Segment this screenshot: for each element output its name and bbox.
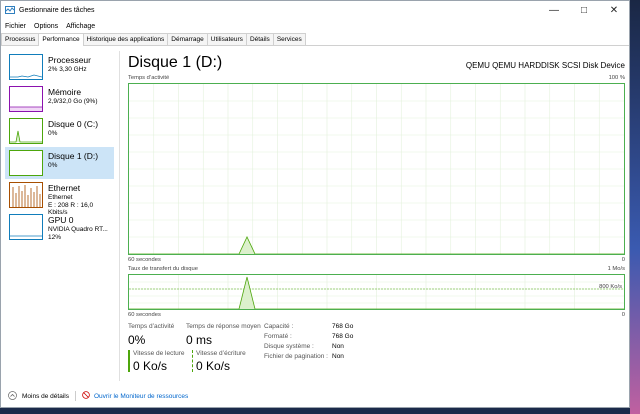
- disk-model: QEMU QEMU HARDDISK SCSI Disk Device: [465, 61, 625, 70]
- disk1-thumbnail: [9, 150, 43, 176]
- formatted-label: Formaté :: [264, 333, 292, 340]
- activity-graph: [128, 83, 625, 255]
- resource-monitor-icon[interactable]: [82, 391, 90, 401]
- read-speed-label: Vitesse de lecture: [133, 350, 185, 357]
- transfer-graph-label: Taux de transfert du disque: [128, 266, 198, 272]
- ethernet-thumbnail: [9, 182, 43, 208]
- activity-graph-max: 100 %: [608, 75, 625, 81]
- system-disk-value: Non: [332, 343, 344, 350]
- sidebar-item-disque-1[interactable]: Disque 1 (D:) 0%: [5, 147, 114, 179]
- active-time-value: 0%: [128, 333, 146, 347]
- tab-details[interactable]: Détails: [245, 33, 274, 45]
- menu-affichage[interactable]: Affichage: [62, 23, 99, 30]
- transfer-graph-max: 1 Mo/s: [607, 266, 625, 272]
- menu-bar: Fichier Options Affichage: [1, 20, 99, 32]
- sidebar-item-gpu[interactable]: GPU 0 NVIDIA Quadro RT... 12%: [5, 211, 114, 243]
- desktop-background: [630, 0, 640, 414]
- resource-sidebar: Processeur 2% 3,30 GHz Mémoire 2,9/32,0 …: [5, 51, 114, 246]
- window-title: Gestionnaire des tâches: [19, 6, 95, 14]
- gpu-usage: 12%: [48, 233, 62, 241]
- panel-divider: [119, 51, 120, 381]
- sidebar-item-name: GPU 0: [48, 215, 74, 225]
- system-disk-label: Disque système :: [264, 343, 314, 350]
- chevron-up-icon[interactable]: [8, 390, 17, 402]
- sidebar-item-sub: 2% 3,30 GHz: [48, 66, 87, 73]
- tab-processus[interactable]: Processus: [1, 33, 40, 45]
- sidebar-item-name: Disque 0 (C:): [48, 119, 99, 129]
- pagefile-label: Fichier de pagination :: [264, 353, 328, 360]
- sidebar-item-processeur[interactable]: Processeur 2% 3,30 GHz: [5, 51, 114, 83]
- capacity-label: Capacité :: [264, 323, 294, 330]
- less-details-button[interactable]: Moins de détails: [22, 393, 69, 400]
- capacity-value: 768 Go: [332, 323, 354, 330]
- task-manager-icon: [5, 5, 15, 15]
- write-speed-value: 0 Ko/s: [196, 359, 231, 373]
- sidebar-item-sub: NVIDIA Quadro RT... 12%: [48, 226, 108, 241]
- formatted-value: 768 Go: [332, 333, 354, 340]
- menu-fichier[interactable]: Fichier: [1, 23, 30, 30]
- read-speed-value: 0 Ko/s: [133, 359, 168, 373]
- cpu-thumbnail: [9, 54, 43, 80]
- sidebar-item-disque-0[interactable]: Disque 0 (C:) 0%: [5, 115, 114, 147]
- sidebar-item-sub: 2,9/32,0 Go (9%): [48, 98, 98, 105]
- tab-services[interactable]: Services: [272, 33, 306, 45]
- memory-thumbnail: [9, 86, 43, 112]
- read-indicator: [128, 350, 130, 372]
- transfer-time-span: 60 secondes: [128, 312, 161, 318]
- pagefile-value: Non: [332, 353, 344, 360]
- activity-zero: 0: [621, 257, 625, 263]
- minimize-button[interactable]: —: [539, 1, 569, 19]
- sidebar-item-memoire[interactable]: Mémoire 2,9/32,0 Go (9%): [5, 83, 114, 115]
- sidebar-item-ethernet[interactable]: Ethernet Ethernet E : 208 R : 16,0 Kbits/…: [5, 179, 114, 216]
- ethernet-adapter: Ethernet: [48, 194, 73, 201]
- sidebar-item-name: Processeur: [48, 55, 91, 65]
- sidebar-item-name: Mémoire: [48, 87, 82, 97]
- title-bar: Gestionnaire des tâches — □ ✕: [1, 1, 629, 19]
- sidebar-item-sub: 0%: [48, 162, 58, 169]
- transfer-graph: 800 Ko/s: [128, 274, 625, 310]
- sidebar-item-name: Disque 1 (D:): [48, 151, 99, 161]
- response-time-value: 0 ms: [186, 333, 213, 347]
- transfer-graph-mid: 800 Ko/s: [599, 284, 622, 290]
- task-manager-window: Gestionnaire des tâches — □ ✕ Fichier Op…: [0, 0, 630, 408]
- transfer-zero: 0: [621, 312, 625, 318]
- tab-demarrage[interactable]: Démarrage: [167, 33, 208, 45]
- sidebar-item-name: Ethernet: [48, 183, 81, 193]
- page-title: Disque 1 (D:): [128, 54, 223, 71]
- menu-options[interactable]: Options: [30, 23, 62, 30]
- sidebar-item-sub: 0%: [48, 130, 58, 137]
- footer-divider: [74, 391, 76, 401]
- disk-stats: Temps d’activité 0% Temps de réponse moy…: [128, 321, 625, 381]
- close-button[interactable]: ✕: [599, 1, 629, 19]
- activity-graph-label: Temps d’activité: [128, 75, 170, 81]
- disk0-thumbnail: [9, 118, 43, 144]
- tab-performance[interactable]: Performance: [38, 33, 84, 46]
- gpu-thumbnail: [9, 214, 43, 240]
- footer: Moins de détails Ouvrir le Moniteur de r…: [1, 387, 629, 405]
- tab-bar: Processus Performance Historique des app…: [1, 33, 629, 46]
- gpu-model: NVIDIA Quadro RT...: [48, 226, 108, 233]
- write-speed-label: Vitesse d’écriture: [196, 350, 246, 357]
- maximize-button[interactable]: □: [569, 1, 599, 19]
- activity-time-span: 60 secondes: [128, 257, 161, 263]
- write-indicator: [192, 350, 193, 372]
- response-time-label: Temps de réponse moyen: [186, 323, 261, 330]
- tab-historique[interactable]: Historique des applications: [82, 33, 169, 45]
- tab-utilisateurs[interactable]: Utilisateurs: [206, 33, 247, 45]
- open-resource-monitor-link[interactable]: Ouvrir le Moniteur de ressources: [94, 393, 188, 400]
- active-time-label: Temps d’activité: [128, 323, 175, 330]
